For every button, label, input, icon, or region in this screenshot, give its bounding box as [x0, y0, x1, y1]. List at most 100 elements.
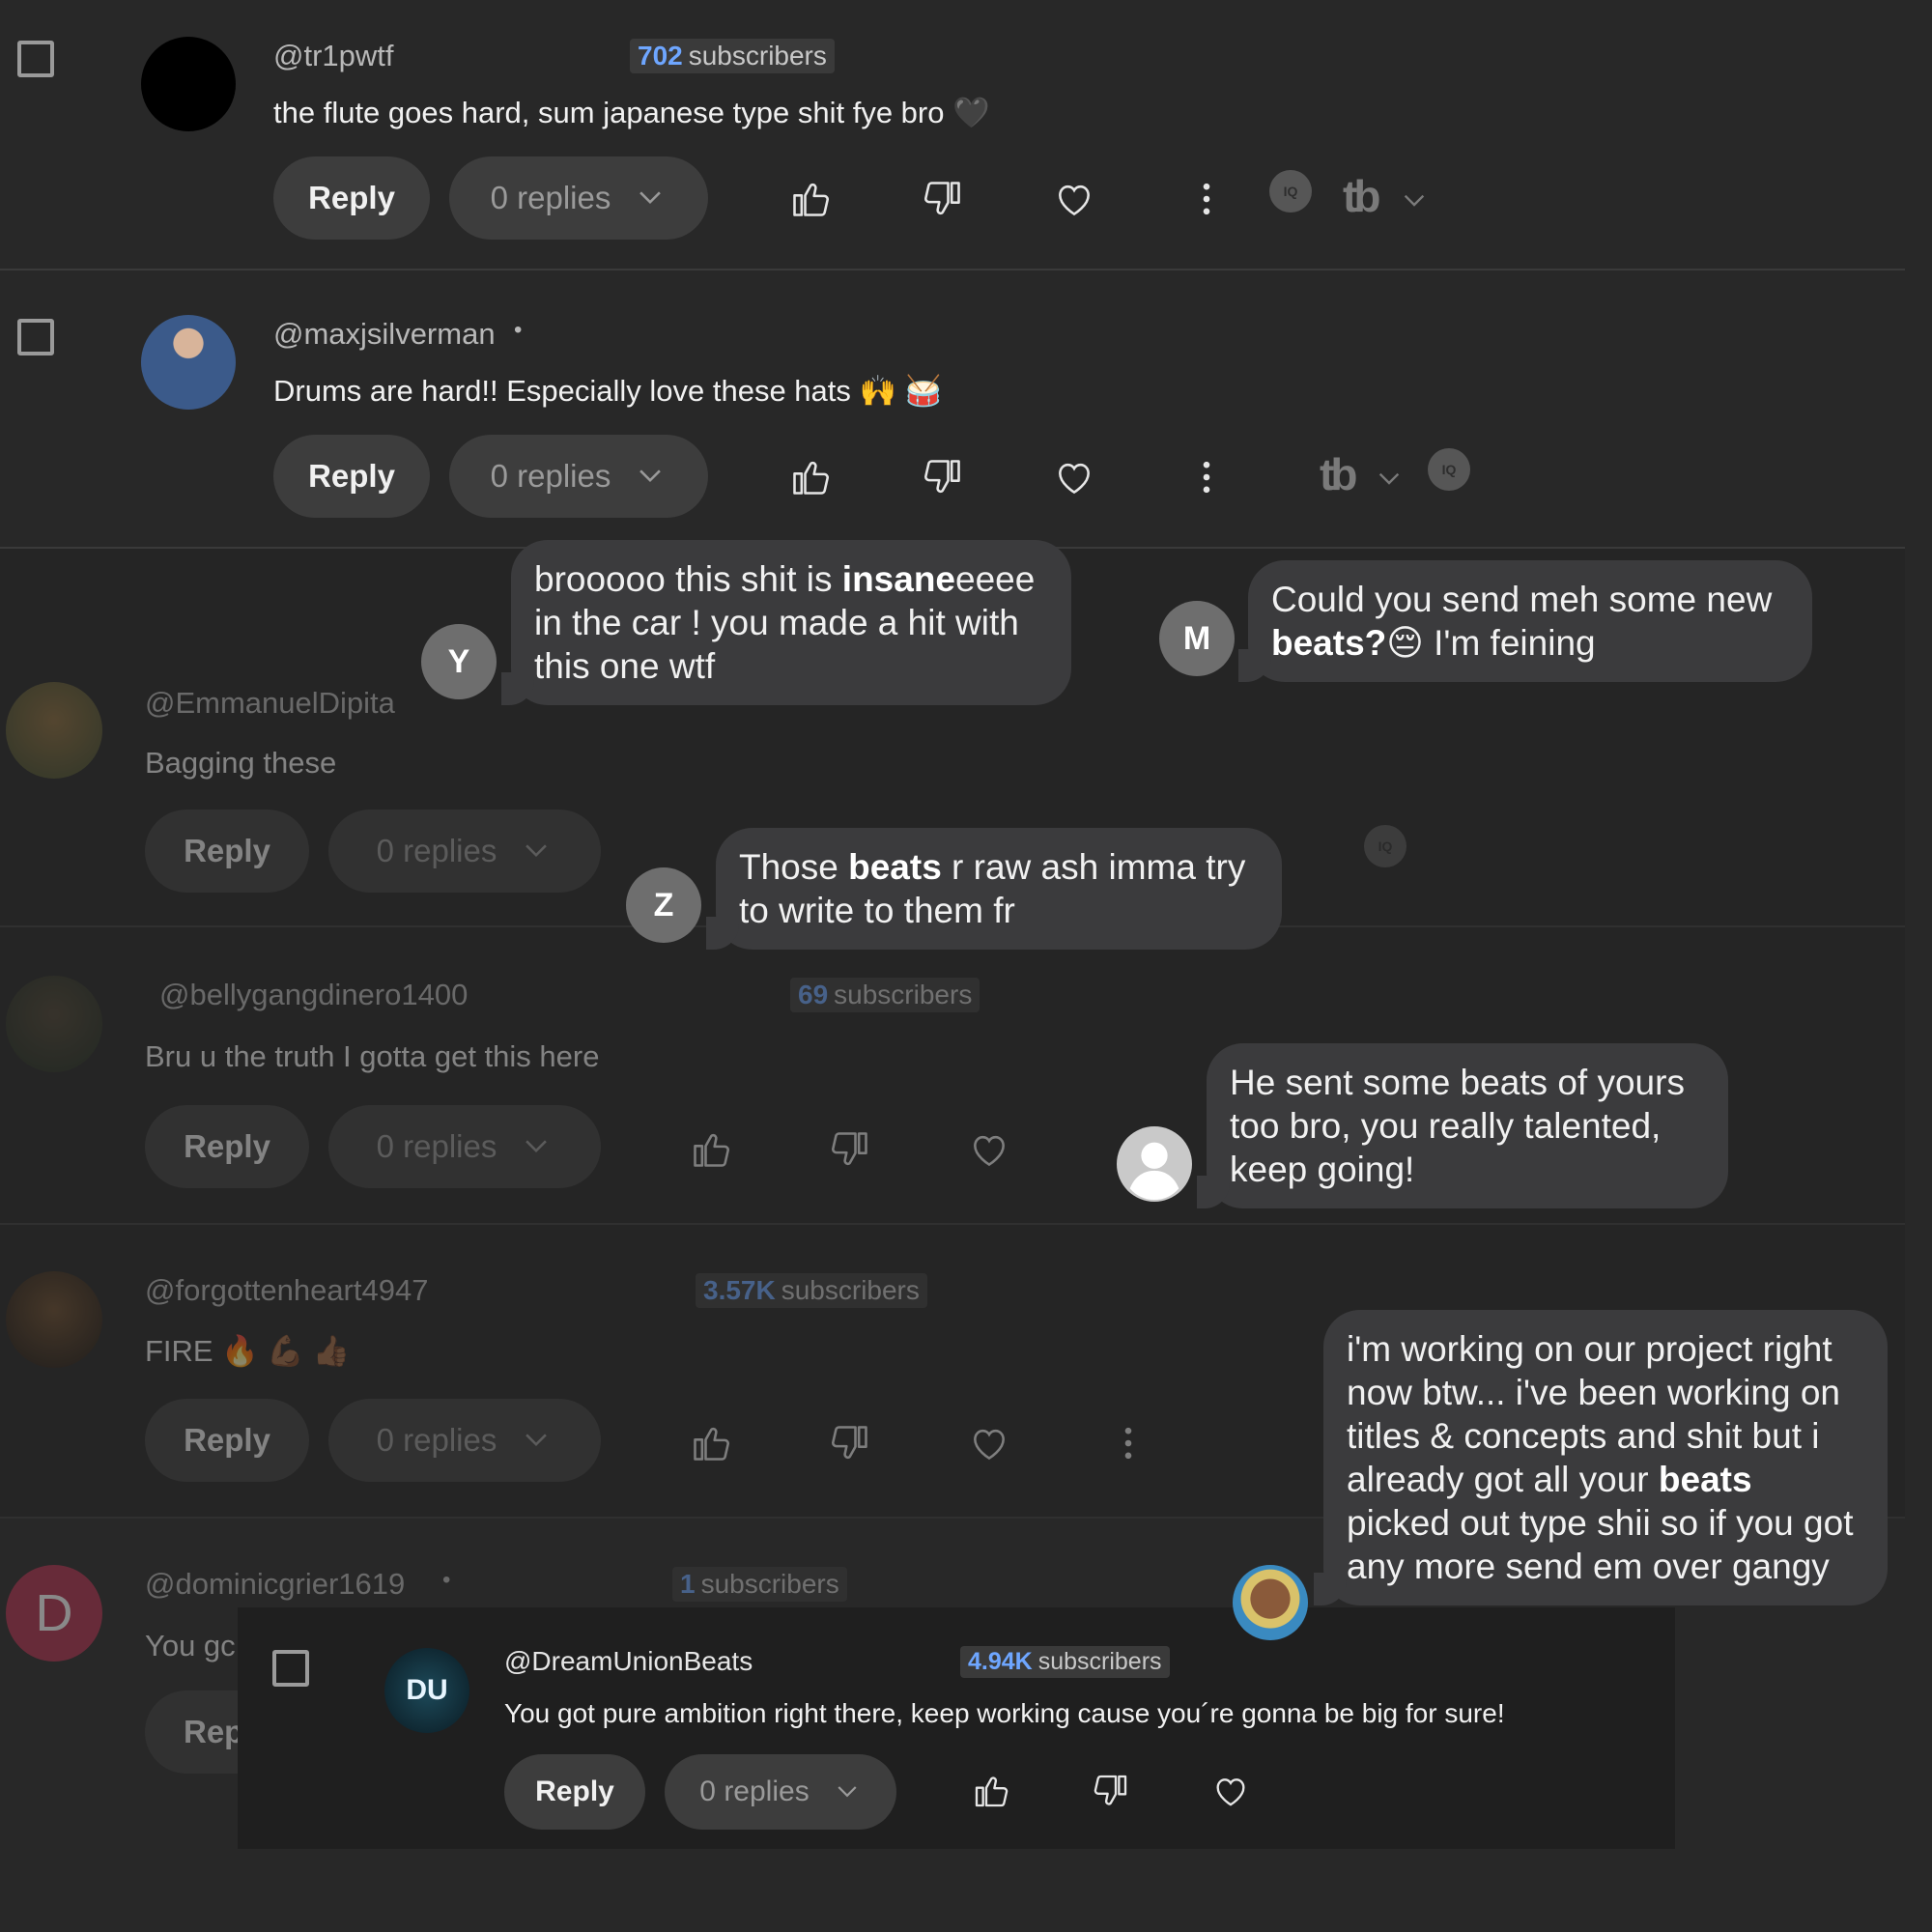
more-options-icon[interactable]: [1185, 178, 1228, 220]
replies-toggle[interactable]: 0 replies: [328, 1105, 601, 1188]
avatar[interactable]: DU: [384, 1648, 469, 1733]
select-checkbox[interactable]: [272, 1650, 309, 1687]
heart-icon[interactable]: [968, 1128, 1010, 1171]
subscriber-label: subscribers: [781, 1275, 920, 1305]
avatar[interactable]: [6, 976, 102, 1072]
comment-author[interactable]: @DreamUnionBeats: [504, 1646, 753, 1677]
subscriber-count: 702: [638, 41, 683, 71]
comment-author[interactable]: @forgottenheart4947: [145, 1273, 428, 1308]
subscriber-badge: 3.57K subscribers: [696, 1273, 927, 1308]
like-icon[interactable]: [972, 1772, 1010, 1810]
comment-author[interactable]: @EmmanuelDipita: [145, 686, 395, 721]
comment-text: Bru u the truth I gotta get this here: [145, 1039, 600, 1073]
like-icon[interactable]: [789, 178, 832, 220]
reply-button[interactable]: Reply: [145, 1399, 309, 1482]
heart-icon[interactable]: [1211, 1772, 1250, 1810]
avatar-logo: DU: [406, 1674, 448, 1706]
replies-toggle[interactable]: 0 replies: [449, 156, 708, 240]
reply-button[interactable]: Reply: [504, 1754, 645, 1830]
message-text: brooooo this shit is insaneeeee in the c…: [534, 559, 1036, 686]
replies-toggle[interactable]: 0 replies: [328, 1399, 601, 1482]
reply-button[interactable]: Reply: [145, 810, 309, 893]
subscriber-label: subscribers: [1037, 1648, 1162, 1675]
heart-icon[interactable]: [968, 1422, 1010, 1464]
iq-badge-icon[interactable]: IQ: [1428, 448, 1470, 491]
replies-toggle[interactable]: 0 replies: [449, 435, 708, 518]
message-text: i'm working on our project right now btw…: [1347, 1329, 1854, 1586]
like-icon[interactable]: [690, 1128, 732, 1171]
avatar[interactable]: [141, 37, 236, 131]
chat-bubble: He sent some beats of yours too bro, you…: [1197, 1043, 1728, 1208]
chevron-down-icon: [520, 1130, 553, 1163]
comment-text: You got pure ambition right there, keep …: [504, 1698, 1505, 1728]
dislike-icon[interactable]: [922, 178, 964, 220]
chat-bubble: brooooo this shit is insaneeeee in the c…: [501, 540, 1071, 705]
avatar-letter: D: [35, 1584, 73, 1642]
message-text: He sent some beats of yours too bro, you…: [1230, 1063, 1685, 1189]
avatar[interactable]: D: [6, 1565, 102, 1662]
comment-author[interactable]: @dominicgrier1619: [145, 1567, 405, 1602]
like-icon[interactable]: [690, 1422, 732, 1464]
chevron-down-icon[interactable]: [1374, 464, 1405, 495]
separator-dot: •: [514, 317, 523, 343]
subscriber-label: subscribers: [834, 980, 973, 1009]
replies-toggle[interactable]: 0 replies: [328, 810, 601, 893]
subscriber-badge: 4.94K subscribers: [960, 1646, 1170, 1678]
reply-button[interactable]: Reply: [145, 1105, 309, 1188]
comment-text: Drums are hard!! Especially love these h…: [273, 374, 943, 408]
comment-text: the flute goes hard, sum japanese type s…: [273, 96, 990, 129]
comment-author[interactable]: @tr1pwtf: [273, 39, 394, 73]
subscriber-badge: 1 subscribers: [672, 1567, 847, 1602]
dislike-icon[interactable]: [829, 1128, 871, 1171]
chevron-down-icon[interactable]: [1399, 185, 1430, 216]
heart-icon[interactable]: [1053, 178, 1095, 220]
tubebuddy-icon[interactable]: tb: [1320, 448, 1357, 500]
iq-badge-icon[interactable]: IQ: [1364, 825, 1406, 867]
more-options-icon[interactable]: [1185, 456, 1228, 498]
like-icon[interactable]: [789, 456, 832, 498]
avatar[interactable]: [6, 682, 102, 779]
heart-icon[interactable]: [1053, 456, 1095, 498]
select-checkbox[interactable]: [17, 319, 54, 355]
sender-avatar: Z: [626, 867, 701, 943]
avatar[interactable]: [141, 315, 236, 410]
person-avatar-icon: [1117, 1126, 1192, 1202]
dislike-icon[interactable]: [922, 456, 964, 498]
replies-count: 0 replies: [376, 1422, 497, 1458]
dislike-icon[interactable]: [829, 1422, 871, 1464]
subscriber-badge: 702 subscribers: [630, 39, 835, 73]
comment-text: Bagging these: [145, 746, 337, 780]
replies-count: 0 replies: [490, 180, 611, 215]
comment-row: @maxjsilverman • Drums are hard!! Especi…: [0, 270, 1905, 549]
more-options-icon[interactable]: [1107, 1422, 1150, 1464]
sender-avatar: [1233, 1565, 1308, 1640]
subscriber-count: 1: [680, 1569, 696, 1599]
select-checkbox[interactable]: [17, 41, 54, 77]
chevron-down-icon: [634, 460, 667, 493]
comment-author[interactable]: @bellygangdinero1400: [159, 978, 468, 1012]
chevron-down-icon: [520, 835, 553, 867]
replies-toggle[interactable]: 0 replies: [665, 1754, 896, 1830]
chevron-down-icon: [520, 1424, 553, 1457]
replies-count: 0 replies: [699, 1776, 810, 1807]
replies-count: 0 replies: [376, 833, 497, 868]
comment-row: @tr1pwtf 702 subscribers the flute goes h…: [0, 0, 1905, 270]
dislike-icon[interactable]: [1092, 1772, 1130, 1810]
chat-bubble: Those beats r raw ash imma try to write …: [706, 828, 1282, 950]
subscriber-badge: 69 subscribers: [790, 978, 980, 1012]
message-text: Those beats r raw ash imma try to write …: [739, 847, 1246, 930]
subscriber-count: 4.94K: [968, 1648, 1033, 1675]
reply-button[interactable]: Reply: [273, 435, 430, 518]
avatar[interactable]: [6, 1271, 102, 1368]
tubebuddy-icon[interactable]: tb: [1343, 170, 1380, 222]
comment-author[interactable]: @maxjsilverman: [273, 317, 496, 352]
subscriber-label: subscribers: [688, 41, 827, 71]
chevron-down-icon: [634, 182, 667, 214]
subscriber-count: 69: [798, 980, 829, 1009]
chat-bubble: i'm working on our project right now btw…: [1314, 1310, 1888, 1605]
reply-button[interactable]: Reply: [273, 156, 430, 240]
replies-count: 0 replies: [490, 458, 611, 494]
message-text: Could you send meh some new beats?😔 I'm …: [1271, 580, 1773, 663]
chevron-down-icon: [833, 1777, 862, 1806]
iq-badge-icon[interactable]: IQ: [1269, 170, 1312, 213]
